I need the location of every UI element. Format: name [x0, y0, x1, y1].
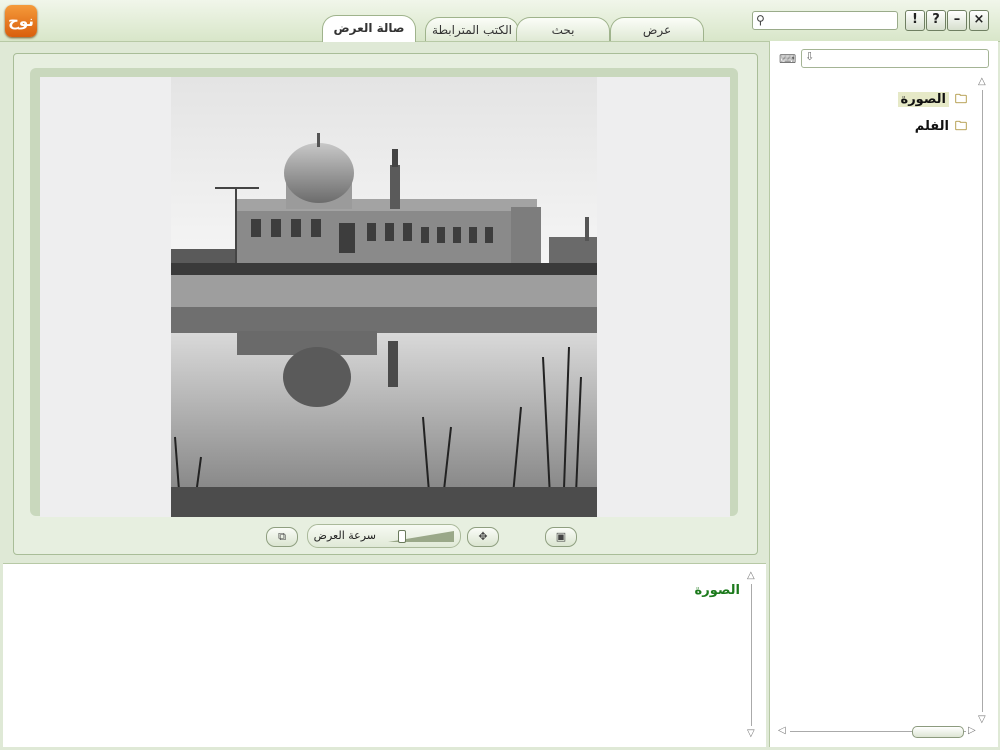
tree-item-film[interactable]: الفلم 🗀 [915, 117, 967, 138]
sidebar-vscrollbar[interactable]: △ ▽ [977, 76, 989, 726]
speed-control: سرعة العرض [307, 524, 461, 548]
slideshow-button[interactable]: ⧉ [266, 527, 298, 547]
keyboard-icon[interactable]: ⌨ [779, 52, 796, 66]
tab-search[interactable]: بحث [516, 17, 610, 41]
info-button[interactable]: ! [905, 10, 925, 31]
slides-icon: ⧉ [278, 530, 286, 543]
tab-linked-books[interactable]: الكتب المترابطة [425, 17, 519, 41]
tree-item-label: الصورة [897, 92, 949, 107]
description-scrollbar[interactable]: △ ▽ [746, 570, 758, 740]
description-panel [3, 563, 766, 747]
scroll-thumb[interactable] [912, 726, 964, 738]
speed-label: سرعة العرض [313, 529, 376, 542]
tab-gallery[interactable]: صالة العرض [322, 15, 416, 42]
scroll-left-icon[interactable]: ◁ [778, 725, 786, 736]
folder-icon: 🗀 [954, 119, 967, 133]
app-logo[interactable]: نوح [5, 5, 37, 37]
search-input[interactable]: ⚲ [752, 11, 898, 30]
tab-view[interactable]: عرض [610, 17, 704, 41]
scroll-track[interactable] [751, 584, 752, 726]
speed-slider-thumb[interactable] [398, 530, 406, 543]
search-icon[interactable]: ⚲ [756, 13, 765, 27]
arrow-down-icon[interactable]: ⇩ [805, 50, 814, 63]
shrine-photo[interactable] [171, 77, 597, 517]
fullscreen-button[interactable]: ✥ [467, 527, 499, 547]
scroll-down-icon[interactable]: ▽ [978, 714, 986, 725]
description-title: الصورة [694, 583, 740, 598]
scroll-up-icon[interactable]: △ [747, 570, 755, 581]
sidebar [769, 41, 998, 747]
tree-item-label: الفلم [914, 119, 949, 134]
scroll-right-icon[interactable]: ▷ [968, 725, 976, 736]
close-button[interactable]: × [969, 10, 989, 31]
scroll-track[interactable] [982, 90, 983, 712]
tree-item-image[interactable]: الصورة 🗀 [897, 90, 967, 111]
minimize-button[interactable]: – [947, 10, 967, 31]
scroll-up-icon[interactable]: △ [978, 76, 986, 87]
scroll-down-icon[interactable]: ▽ [747, 728, 755, 739]
fullscreen-icon: ✥ [478, 530, 488, 543]
sidebar-search-input[interactable]: ⇩ [801, 49, 989, 68]
save-button[interactable]: ▣ [545, 527, 577, 547]
folder-icon: 🗀 [954, 92, 967, 106]
help-button[interactable]: ? [926, 10, 946, 31]
save-icon: ▣ [555, 530, 567, 543]
